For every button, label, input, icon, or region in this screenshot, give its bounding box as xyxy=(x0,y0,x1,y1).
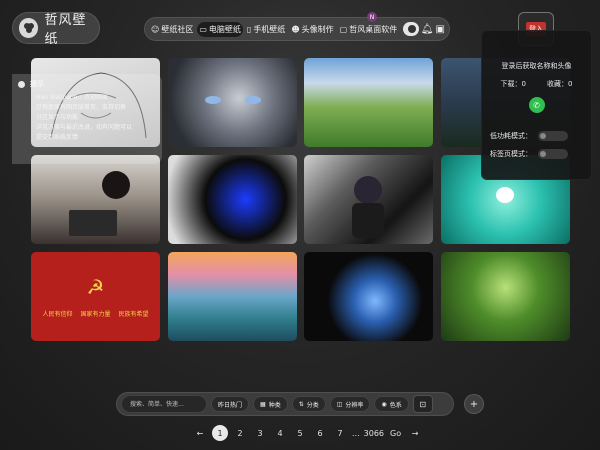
low-power-label: 低功耗模式： xyxy=(490,132,532,140)
resolution-icon: ◫ xyxy=(336,400,343,408)
community-icon: ☺ xyxy=(151,24,160,34)
resolution-label: 分辨率 xyxy=(345,401,364,409)
nav-label: 手机壁纸 xyxy=(253,24,286,34)
tip-line: 已恢复原有网页版首页，支持切换 xyxy=(36,104,127,111)
tip-line: 详见方案与最近改进，如有问题可以 xyxy=(36,124,133,131)
filter-toolbar: 昨日热门 ▦ 种类 ⇅ 分类 ◫ 分辨率 ◉ 色系 ⊡ xyxy=(116,392,454,416)
page-button[interactable]: 1 xyxy=(212,425,228,441)
search-input[interactable] xyxy=(121,395,207,413)
nav-label: 壁纸社区 xyxy=(161,24,194,34)
hot-label: 昨日热门 xyxy=(218,401,243,409)
go-button[interactable]: Go xyxy=(388,429,403,438)
tip-line: 分区显示与功能 xyxy=(36,114,79,121)
monitor-icon: ▭ xyxy=(199,24,207,34)
low-power-switch[interactable] xyxy=(538,131,568,141)
nav-label: 哲风桌面软件 xyxy=(349,24,398,34)
color-label: 色系 xyxy=(389,401,402,409)
page-button[interactable]: 4 xyxy=(272,425,288,441)
bell-icon[interactable]: 🔔︎ xyxy=(421,24,434,35)
wallpaper-thumbnail[interactable] xyxy=(304,58,433,147)
phone-icon: ▯ xyxy=(246,24,252,34)
tab-mode-switch[interactable] xyxy=(538,149,568,159)
grid-icon: ▦ xyxy=(260,400,266,408)
login-prompt: 登录后获取名称和头像 xyxy=(501,62,572,70)
tab-mode-row: 标签页模式： xyxy=(490,149,583,159)
wallpaper-thumbnail[interactable] xyxy=(304,252,433,341)
hot-filter-button[interactable]: 昨日热门 xyxy=(211,396,250,412)
wallpaper-thumbnail[interactable] xyxy=(167,252,297,341)
low-power-mode-row: 低功耗模式： xyxy=(490,131,583,141)
profile-card-icon[interactable]: ▣ xyxy=(435,24,445,35)
page-button[interactable]: 3 xyxy=(252,425,268,441)
slogan-text: 国家有力量 xyxy=(80,311,111,318)
nav-avatar[interactable]: ☻ 头像制作 xyxy=(289,22,335,37)
tip-title: 提示 xyxy=(30,80,44,88)
wechat-login-icon[interactable]: ✆ xyxy=(528,97,545,113)
color-filter-button[interactable]: ◉ 色系 xyxy=(374,396,409,412)
page-button[interactable]: 7 xyxy=(332,425,348,441)
slogan-text: 民族有希望 xyxy=(118,311,149,318)
next-page-button[interactable]: → xyxy=(407,425,423,441)
notification-badge: N xyxy=(367,12,377,22)
tip-popup: 提示 Hao Wallpaper! 欢迎回家 已恢复原有网页版首页，支持切换 分… xyxy=(12,74,162,164)
nav-phone-wallpaper[interactable]: ▯ 手机壁纸 xyxy=(245,22,287,37)
tip-line: 提交到系统反馈 xyxy=(36,134,79,141)
pagination: ← 1 2 3 4 5 6 7 ... 3066 Go → xyxy=(192,425,423,441)
page-button[interactable]: 2 xyxy=(232,425,248,441)
top-navigation: ☺ 壁纸社区 ▭ 电脑壁纸 ▯ 手机壁纸 ☻ 头像制作 ▢ 哲风桌面软件 N 🔔… xyxy=(144,12,450,41)
wallpaper-thumbnail[interactable]: ☭ 人民有信仰 国家有力量 民族有希望 xyxy=(31,252,160,341)
slogan-row: 人民有信仰 国家有力量 民族有希望 xyxy=(42,309,148,318)
category-filter-button[interactable]: ▦ 种类 xyxy=(253,396,288,412)
prev-page-button[interactable]: ← xyxy=(192,425,208,441)
hammer-sickle-icon: ☭ xyxy=(86,275,105,299)
nav-community[interactable]: ☺ 壁纸社区 xyxy=(149,22,195,37)
image-search-icon[interactable]: ⊡ xyxy=(412,395,433,413)
wallpaper-thumbnail[interactable] xyxy=(440,252,570,341)
sort-filter-button[interactable]: ⇅ 分类 xyxy=(291,396,326,412)
downloads-count: 下载：0 xyxy=(500,80,526,88)
user-panel: 登录后获取名称和头像 下载：0 收藏：0 ✆ 低功耗模式： 标签页模式： xyxy=(481,30,592,180)
sort-icon: ⇅ xyxy=(298,400,304,408)
nav-label: 电脑壁纸 xyxy=(208,24,241,34)
last-page-button[interactable]: 3066 xyxy=(364,429,384,438)
theme-toggle[interactable] xyxy=(403,22,419,36)
app-logo[interactable]: 哲风壁纸 xyxy=(12,12,100,47)
nav-desktop-wallpaper[interactable]: ▭ 电脑壁纸 xyxy=(197,21,243,37)
wallpaper-thumbnail[interactable] xyxy=(31,155,160,244)
palette-icon: ◉ xyxy=(381,400,387,408)
app-title: 哲风壁纸 xyxy=(44,13,87,47)
nav-desktop-app[interactable]: ▢ 哲风桌面软件 xyxy=(338,22,400,37)
tip-header: 提示 xyxy=(18,79,156,89)
user-stats: 下载：0 收藏：0 xyxy=(490,79,583,89)
page-button[interactable]: 6 xyxy=(312,425,328,441)
page-button[interactable]: 5 xyxy=(292,425,308,441)
wallpaper-thumbnail[interactable] xyxy=(167,155,297,244)
desktop-icon: ▢ xyxy=(339,24,348,34)
wallpaper-thumbnail[interactable] xyxy=(304,155,433,244)
category-label: 种类 xyxy=(268,401,281,409)
info-icon xyxy=(18,80,25,88)
tab-mode-label: 标签页模式： xyxy=(490,150,532,158)
page-ellipsis: ... xyxy=(352,428,360,438)
nav-label: 头像制作 xyxy=(301,24,334,34)
favorites-count: 收藏：0 xyxy=(547,80,573,88)
add-icon[interactable]: + xyxy=(464,394,484,414)
logo-icon xyxy=(19,18,39,38)
resolution-filter-button[interactable]: ◫ 分辨率 xyxy=(329,396,371,412)
wallpaper-thumbnail[interactable] xyxy=(167,58,297,147)
tip-line: Hao Wallpaper! 欢迎回家 xyxy=(36,94,109,101)
sort-label: 分类 xyxy=(306,401,319,409)
slogan-text: 人民有信仰 xyxy=(42,311,73,318)
avatar-icon: ☻ xyxy=(291,24,300,34)
